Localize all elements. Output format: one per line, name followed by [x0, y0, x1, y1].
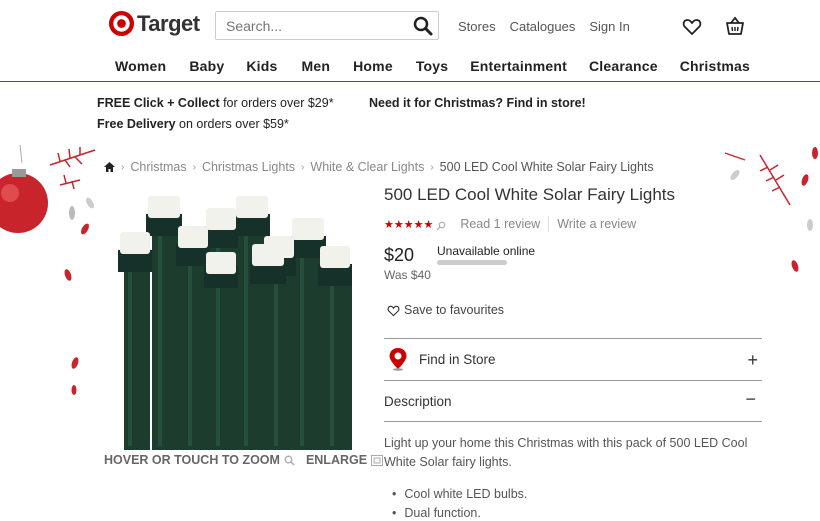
rating-row: ★★★★★ Read 1 review Write a review: [384, 216, 636, 232]
breadcrumb-separator: ›: [301, 161, 305, 173]
description-label: Description: [384, 393, 452, 409]
expand-plus-icon[interactable]: +: [747, 350, 758, 371]
zoom-controls: HOVER OR TOUCH TO ZOOM ENLARGE: [104, 453, 384, 467]
availability-bar: [437, 260, 507, 265]
description-text: Light up your home this Christmas with t…: [384, 436, 748, 469]
main-nav: Women Baby Kids Men Home Toys Entertainm…: [115, 58, 750, 74]
feature-item: Cool white LED bulbs.: [392, 485, 527, 504]
nav-toys[interactable]: Toys: [416, 58, 448, 74]
home-icon[interactable]: [104, 162, 115, 172]
nav-clearance[interactable]: Clearance: [589, 58, 658, 74]
zoom-label[interactable]: HOVER OR TOUCH TO ZOOM: [104, 453, 280, 467]
write-review-link[interactable]: Write a review: [557, 217, 636, 231]
save-label: Save to favourites: [404, 303, 505, 317]
product-image[interactable]: [104, 186, 364, 450]
breadcrumb-christmas-lights[interactable]: Christmas Lights: [202, 160, 295, 174]
nav-men[interactable]: Men: [302, 58, 331, 74]
delivery-bold: Free Delivery: [97, 117, 176, 131]
star-rating: ★★★★★: [384, 218, 434, 231]
enlarge-icon[interactable]: [371, 454, 384, 466]
nav-christmas[interactable]: Christmas: [680, 58, 750, 74]
target-bullseye-icon: [108, 10, 135, 37]
price: $20: [384, 245, 415, 265]
promo-banner: FREE Click + Collect for orders over $29…: [0, 83, 820, 145]
product-title: 500 LED Cool White Solar Fairy Lights: [384, 185, 676, 204]
breadcrumb-separator: ›: [430, 161, 434, 173]
target-logo[interactable]: Target: [108, 10, 200, 37]
nav-entertainment[interactable]: Entertainment: [470, 58, 567, 74]
christmas-promo[interactable]: Need it for Christmas? Find in store!: [369, 96, 586, 110]
feature-list: Cool white LED bulbs. Dual function.: [392, 485, 527, 521]
breadcrumb: › Christmas › Christmas Lights › White &…: [104, 160, 654, 174]
save-to-favourites-button[interactable]: Save to favourites: [387, 303, 504, 317]
nav-home[interactable]: Home: [353, 58, 393, 74]
nav-women[interactable]: Women: [115, 58, 166, 74]
accordion-divider: [384, 421, 762, 422]
basket-icon[interactable]: [724, 15, 746, 37]
breadcrumb-christmas[interactable]: Christmas: [130, 160, 186, 174]
feature-item: Dual function.: [392, 504, 527, 521]
click-collect-text: for orders over $29*: [219, 96, 334, 110]
nav-kids[interactable]: Kids: [246, 58, 277, 74]
top-links: Stores Catalogues Sign In: [458, 19, 630, 34]
delivery-promo: Free Delivery on orders over $59*: [97, 117, 289, 131]
collapse-minus-icon[interactable]: −: [745, 389, 756, 410]
zoom-magnifier-icon: [284, 455, 295, 466]
magnifier-icon: [436, 221, 446, 231]
find-in-store-label: Find in Store: [419, 351, 496, 367]
description-accordion[interactable]: Description −: [384, 381, 762, 421]
favourites-heart-icon[interactable]: [682, 17, 702, 37]
site-header: Target Stores Catalogues Sign In Women B…: [0, 0, 820, 82]
breadcrumb-separator: ›: [192, 161, 196, 173]
click-collect-bold: FREE Click + Collect: [97, 96, 220, 110]
read-reviews-link[interactable]: Read 1 review: [460, 217, 540, 231]
breadcrumb-separator: ›: [121, 161, 125, 173]
logo-text: Target: [137, 10, 200, 36]
location-pin-icon: [389, 348, 407, 371]
availability-status: Unavailable online: [437, 244, 536, 258]
breadcrumb-current: 500 LED Cool White Solar Fairy Lights: [439, 160, 654, 174]
nav-baby[interactable]: Baby: [189, 58, 224, 74]
breadcrumb-white-clear-lights[interactable]: White & Clear Lights: [310, 160, 424, 174]
stores-link[interactable]: Stores: [458, 19, 496, 34]
catalogues-link[interactable]: Catalogues: [510, 19, 576, 34]
search-box: [215, 11, 439, 40]
find-in-store-accordion[interactable]: Find in Store +: [384, 338, 762, 380]
click-collect-promo: FREE Click + Collect for orders over $29…: [97, 96, 334, 110]
search-icon[interactable]: [412, 15, 434, 37]
sign-in-link[interactable]: Sign In: [589, 19, 629, 34]
enlarge-label[interactable]: ENLARGE: [306, 453, 367, 467]
delivery-text: on orders over $59*: [175, 117, 289, 131]
was-price: Was $40: [384, 268, 431, 282]
heart-outline-icon: [387, 305, 400, 316]
search-input[interactable]: [226, 17, 416, 34]
divider: [548, 216, 550, 232]
